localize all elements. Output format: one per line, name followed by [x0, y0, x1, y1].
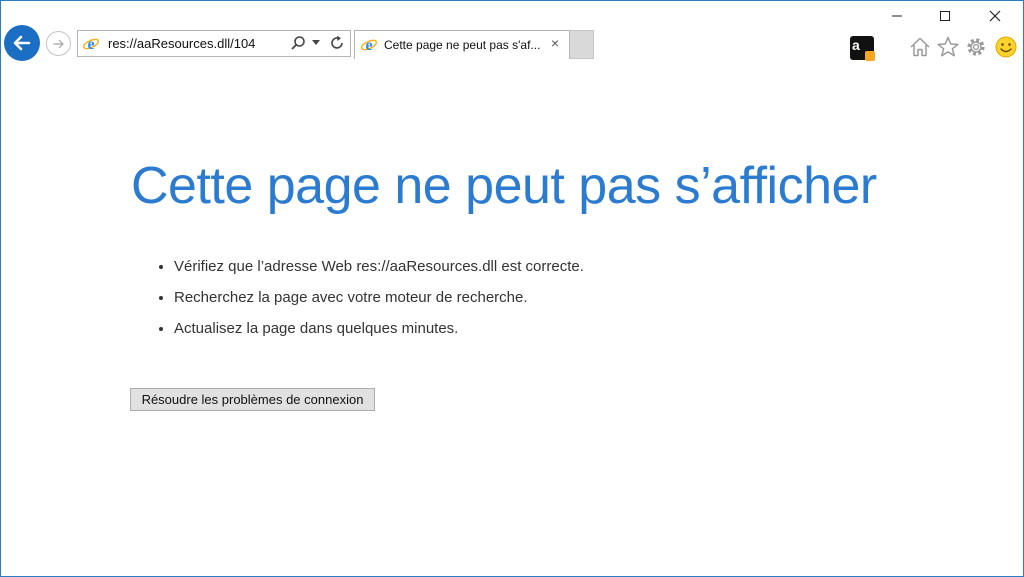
error-title: Cette page ne peut pas s’afficher — [131, 157, 877, 215]
forward-button[interactable] — [46, 31, 71, 56]
search-icon[interactable] — [290, 35, 306, 51]
close-icon — [989, 10, 1001, 22]
back-arrow-icon — [13, 35, 31, 51]
maximize-icon — [940, 11, 950, 21]
svg-text:e: e — [87, 36, 94, 53]
refresh-icon[interactable] — [329, 35, 345, 51]
maximize-button[interactable] — [922, 4, 968, 28]
tab-title: Cette page ne peut pas s'af... — [384, 38, 541, 52]
close-window-button[interactable] — [972, 4, 1018, 28]
address-bar[interactable]: e res://aaResources.dll/104 — [77, 30, 351, 57]
amazon-icon[interactable]: a — [850, 36, 875, 61]
list-item: Vérifiez que l’adresse Web res://aaResou… — [174, 258, 584, 276]
list-item: Actualisez la page dans quelques minutes… — [174, 320, 584, 338]
amazon-letter: a — [852, 37, 860, 53]
new-tab-button[interactable] — [570, 30, 594, 59]
address-dropdown-icon[interactable] — [312, 40, 320, 46]
home-icon[interactable] — [908, 35, 932, 59]
star-icon[interactable] — [936, 35, 960, 59]
forward-arrow-icon — [52, 39, 64, 48]
ie-logo-icon: e — [360, 37, 378, 54]
smiley-icon[interactable] — [994, 35, 1018, 59]
ie-logo-icon: e — [82, 36, 100, 53]
list-item: Recherchez la page avec votre moteur de … — [174, 289, 584, 307]
minimize-icon — [892, 15, 902, 17]
gear-icon[interactable] — [964, 35, 988, 59]
fix-connection-button[interactable]: Résoudre les problèmes de connexion — [130, 388, 375, 411]
back-button[interactable] — [4, 25, 40, 61]
tab-close-icon[interactable]: × — [551, 35, 559, 51]
tab-error-page[interactable]: e Cette page ne peut pas s'af... × — [354, 30, 570, 59]
address-url[interactable]: res://aaResources.dll/104 — [108, 36, 255, 51]
minimize-button[interactable] — [874, 4, 920, 28]
error-tips-list: Vérifiez que l’adresse Web res://aaResou… — [156, 258, 584, 351]
svg-text:e: e — [365, 37, 372, 54]
